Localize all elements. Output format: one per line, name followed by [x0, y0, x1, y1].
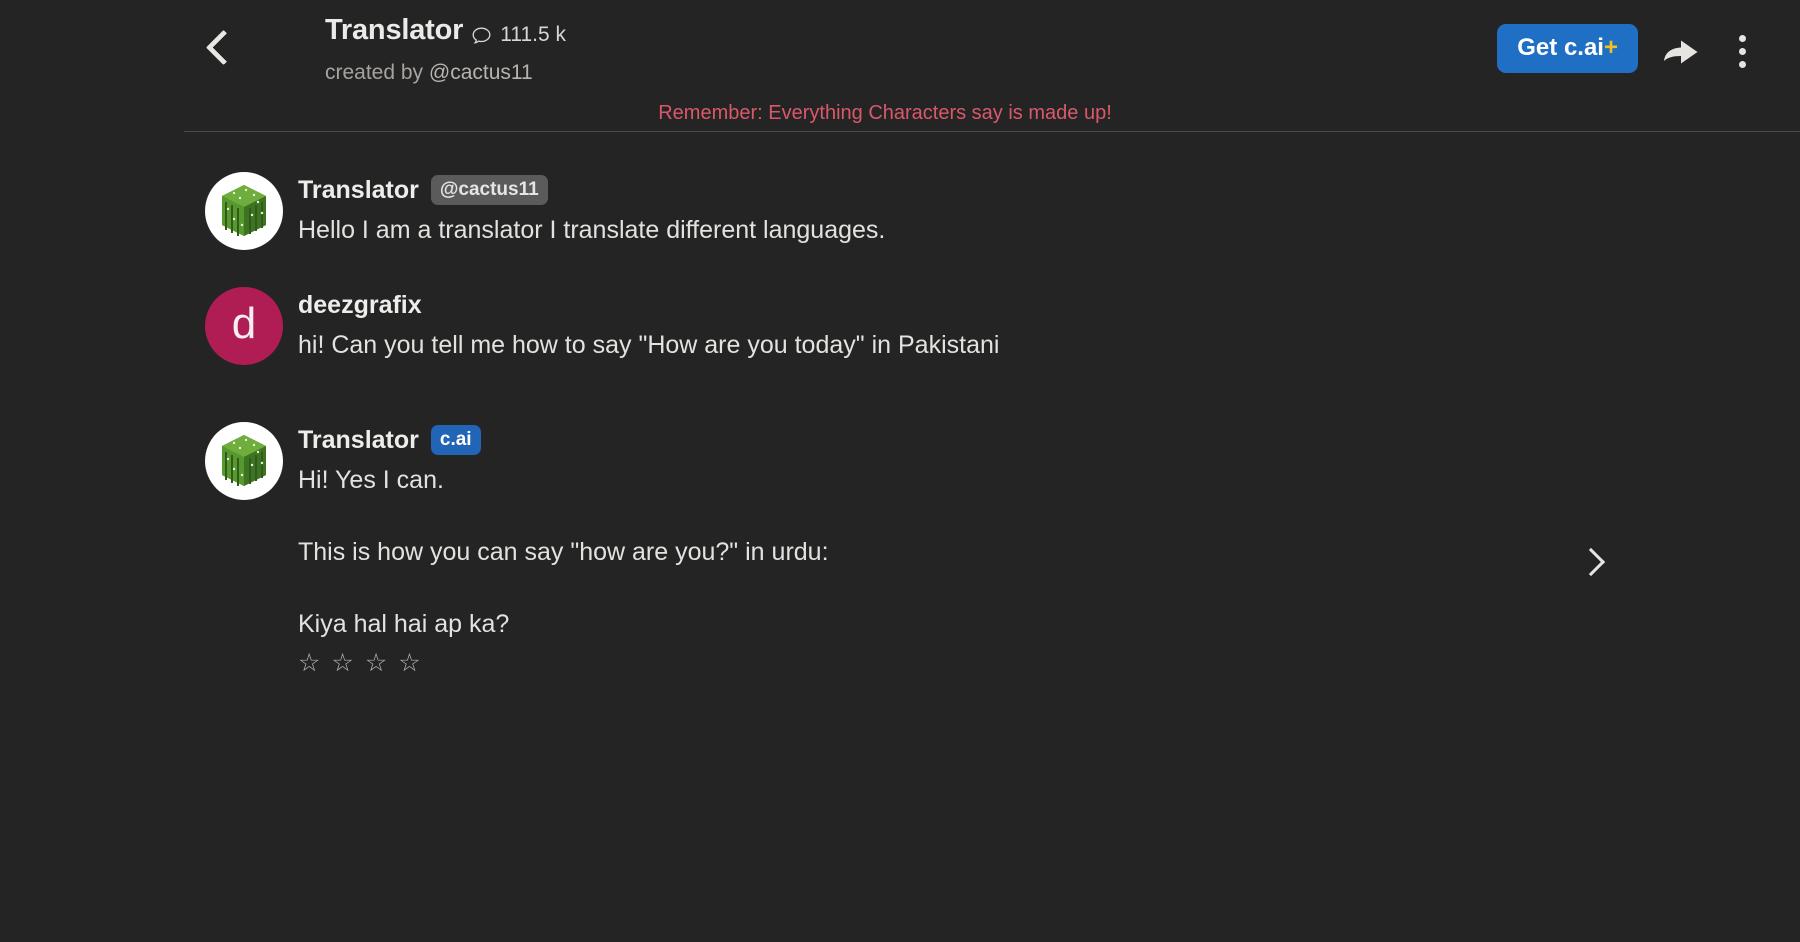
chevron-left-icon — [205, 29, 241, 65]
header-title-block: Translator 111.5 k created by @cactus11 — [325, 14, 566, 85]
message-header: Translator @cactus11 — [298, 174, 885, 206]
rating-star-1[interactable]: ☆ — [298, 651, 320, 676]
next-response-button[interactable] — [1574, 545, 1608, 579]
title-row: Translator 111.5 k — [325, 14, 566, 56]
message-body: deezgrafix hi! Can you tell me how to sa… — [298, 287, 999, 362]
kebab-dot-2 — [1738, 47, 1746, 55]
back-button[interactable] — [200, 24, 246, 70]
chat-message-list: Translator @cactus11 Hello I am a transl… — [0, 150, 1800, 942]
more-options-icon[interactable] — [1724, 30, 1760, 72]
rating-star-3[interactable]: ☆ — [365, 651, 387, 676]
header-actions: Get c.ai+ — [1497, 0, 1800, 106]
message-paragraph-2: This is how you can say "how are you?" i… — [298, 538, 829, 566]
chat-bubble-icon — [472, 27, 491, 44]
kebab-dot-1 — [1738, 34, 1746, 42]
message-text: Hello I am a translator I translate diff… — [298, 216, 886, 244]
message-author: Translator — [298, 425, 419, 454]
author-handle-badge: @cactus11 — [430, 175, 548, 205]
rating-star-2[interactable]: ☆ — [331, 651, 353, 676]
chat-message: Translator @cactus11 Hello I am a transl… — [0, 172, 1800, 250]
share-icon[interactable] — [1660, 30, 1702, 72]
chat-header: Translator 111.5 k created by @cactus11 … — [0, 0, 1800, 106]
header-divider — [184, 131, 1800, 132]
message-body: Translator c.ai Hi! Yes I can. This is h… — [298, 422, 829, 676]
message-body: Translator @cactus11 Hello I am a transl… — [298, 172, 885, 247]
creator-line: created by @cactus11 — [325, 61, 566, 85]
creator-handle[interactable]: @cactus11 — [429, 61, 533, 84]
get-cai-plus-button[interactable]: Get c.ai+ — [1497, 24, 1638, 73]
message-header: Translator c.ai — [298, 424, 829, 456]
message-paragraph-3: Kiya hal hai ap ka? — [298, 610, 510, 638]
avatar[interactable] — [205, 422, 283, 500]
get-cai-plus-label: Get c.ai — [1517, 34, 1604, 61]
message-text: Hi! Yes I can. — [298, 466, 444, 494]
message-author: deezgrafix — [298, 290, 422, 319]
chat-count: 111.5 k — [500, 23, 566, 46]
rating-star-4[interactable]: ☆ — [398, 651, 420, 676]
get-cai-plus-plus: + — [1603, 34, 1618, 61]
cactus-icon — [222, 435, 266, 486]
message-text: hi! Can you tell me how to say "How are … — [298, 331, 1000, 359]
cactus-icon — [222, 185, 266, 236]
cai-badge: c.ai — [430, 425, 481, 455]
avatar[interactable]: d — [205, 287, 283, 365]
page-title: Translator — [325, 14, 464, 46]
kebab-dot-3 — [1738, 60, 1746, 68]
message-author: Translator — [298, 175, 419, 204]
chat-message: Translator c.ai Hi! Yes I can. This is h… — [0, 422, 1800, 676]
rating-stars: ☆ ☆ ☆ ☆ — [298, 651, 829, 676]
created-by-label: created by — [325, 61, 429, 84]
chevron-right-icon — [1576, 547, 1606, 577]
message-header: deezgrafix — [298, 289, 999, 321]
avatar[interactable] — [205, 172, 283, 250]
chat-message: d deezgrafix hi! Can you tell me how to … — [0, 287, 1800, 365]
